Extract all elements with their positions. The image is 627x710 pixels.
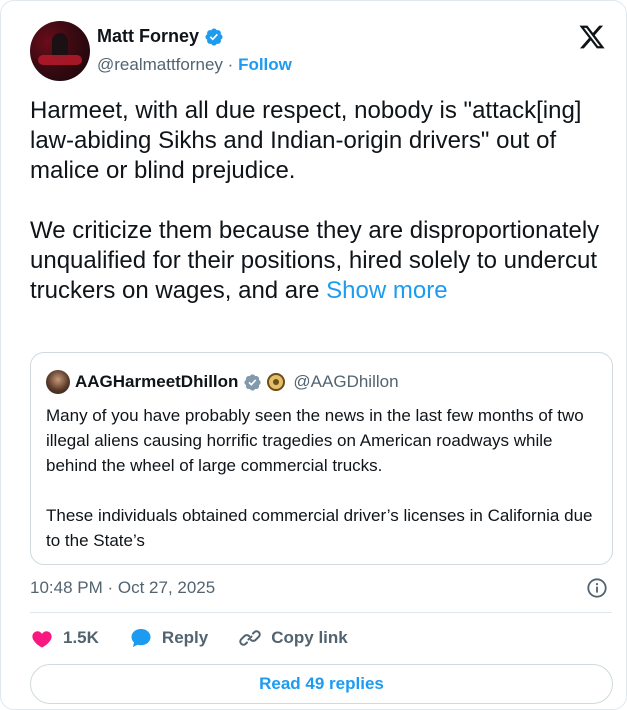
author-handle[interactable]: @realmattforney	[97, 55, 223, 74]
x-logo-icon[interactable]	[578, 23, 606, 51]
tweet-body: Harmeet, with all due respect, nobody is…	[30, 97, 600, 304]
quoted-text: Many of you have probably seen the news …	[46, 406, 593, 550]
tweet-timestamp[interactable]: 10:48 PM · Oct 27, 2025	[30, 578, 215, 598]
author-avatar[interactable]	[30, 21, 90, 81]
tweet-card: Matt Forney @realmattforney · Follow Har…	[0, 0, 627, 710]
show-more-link[interactable]: Show more	[326, 277, 447, 304]
quoted-tweet[interactable]: AAGHarmeetDhillon @AAGDhillon Many of yo…	[30, 352, 613, 565]
link-icon	[239, 630, 261, 646]
verified-badge-icon	[244, 373, 262, 391]
like-button[interactable]: 1.5K	[30, 626, 99, 650]
quoted-header: AAGHarmeetDhillon @AAGDhillon	[46, 370, 399, 394]
reply-bubble-icon	[131, 629, 151, 647]
tweet-text: Harmeet, with all due respect, nobody is…	[30, 96, 615, 306]
reply-label: Reply	[161, 628, 209, 647]
heart-icon	[32, 631, 52, 648]
follow-button[interactable]: Follow	[238, 55, 292, 74]
handle-separator: ·	[227, 55, 234, 74]
verified-badge-icon	[205, 27, 223, 46]
read-replies-button[interactable]: Read 49 replies	[30, 664, 613, 704]
author-handle-row: @realmattforney · Follow	[97, 55, 292, 75]
quoted-handle: @AAGDhillon	[293, 372, 399, 391]
quoted-display-name: AAGHarmeetDhillon	[75, 372, 239, 391]
divider	[30, 612, 612, 613]
author-name-row: Matt Forney	[97, 26, 224, 47]
reply-button[interactable]: Reply	[129, 626, 208, 650]
copy-link-label: Copy link	[271, 628, 348, 647]
copy-link-button[interactable]: Copy link	[238, 626, 348, 650]
quoted-avatar	[46, 370, 70, 394]
like-count: 1.5K	[63, 628, 99, 647]
action-bar: 1.5K Reply Copy link	[30, 626, 378, 650]
avatar-glow	[38, 55, 82, 65]
info-icon[interactable]	[586, 577, 608, 599]
government-seal-icon	[267, 373, 286, 391]
author-display-name[interactable]: Matt Forney	[97, 26, 199, 47]
